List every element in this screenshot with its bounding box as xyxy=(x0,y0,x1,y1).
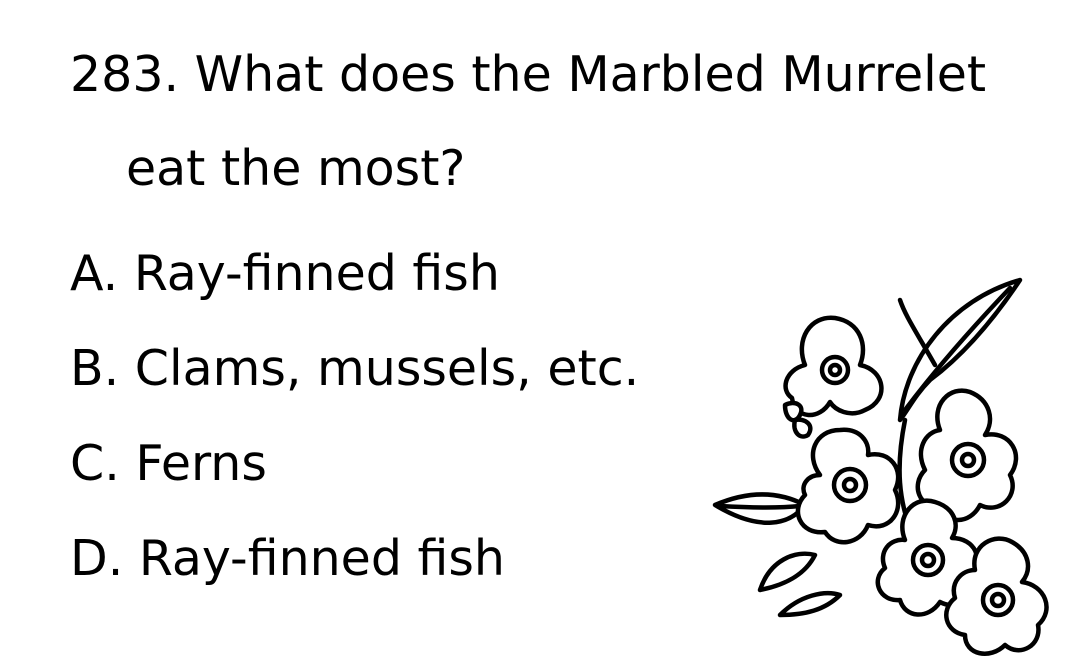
choice-text: Ray-finned fish xyxy=(138,530,505,587)
question-line-1: 283. What does the Marbled Murrelet xyxy=(70,46,987,103)
answer-choice-d[interactable]: D. Ray-finned fish xyxy=(70,529,505,589)
flower-bouquet-icon xyxy=(712,277,1049,656)
question-line-2: eat the most? xyxy=(126,140,466,197)
question-text: 283. What does the Marbled Murrelet eat … xyxy=(70,28,1050,216)
choice-letter: A. xyxy=(70,245,119,302)
choice-text: Ray-finned fish xyxy=(133,245,500,302)
choice-letter: B. xyxy=(70,340,120,397)
choice-letter: D. xyxy=(70,530,124,587)
choice-text: Clams, mussels, etc. xyxy=(134,340,640,397)
answer-choice-b[interactable]: B. Clams, mussels, etc. xyxy=(70,339,639,399)
choice-letter: C. xyxy=(70,435,120,492)
answer-choice-c[interactable]: C. Ferns xyxy=(70,434,267,494)
choice-text: Ferns xyxy=(135,435,267,492)
answer-choice-a[interactable]: A. Ray-finned fish xyxy=(70,244,500,304)
